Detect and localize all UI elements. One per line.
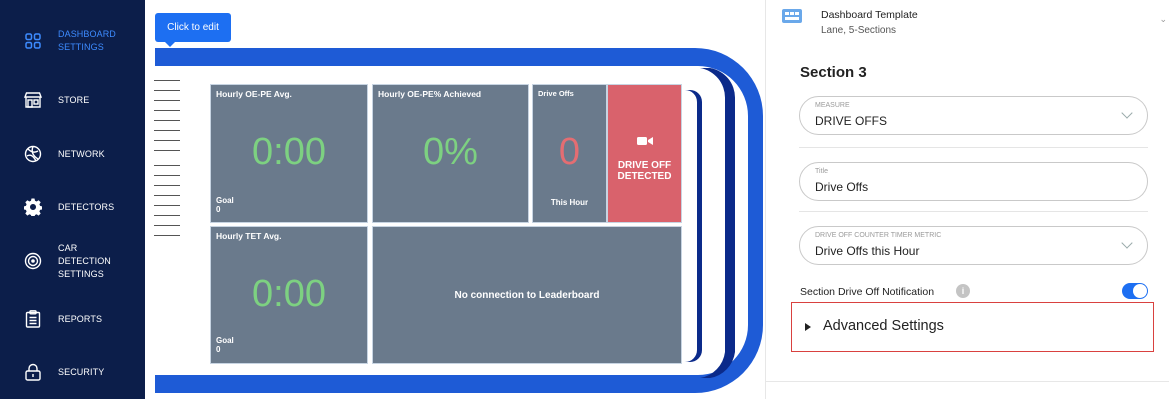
template-thumbnail-icon bbox=[782, 9, 802, 23]
tile-title: Hourly TET Avg. bbox=[216, 231, 282, 241]
chevron-down-icon bbox=[1121, 107, 1133, 119]
field-value: Drive Offs bbox=[815, 180, 869, 194]
tile-value: 0 bbox=[558, 131, 581, 173]
divider bbox=[799, 211, 1148, 212]
sidebar-item-label: REPORTS bbox=[58, 313, 103, 324]
template-title: Dashboard Template bbox=[821, 9, 918, 21]
field-value: DRIVE OFFS bbox=[815, 114, 888, 128]
clipboard-icon bbox=[24, 310, 42, 328]
field-caption: Title bbox=[815, 168, 828, 175]
info-icon[interactable]: i bbox=[956, 284, 970, 298]
lock-icon bbox=[24, 363, 42, 381]
notification-label: Section Drive Off Notification bbox=[800, 286, 935, 298]
sidebar-item-label: SECURITY bbox=[58, 366, 105, 377]
store-icon bbox=[24, 91, 42, 109]
chevron-down-icon bbox=[1121, 237, 1133, 249]
sidebar: DASHBOARD SETTINGS STORE NETWORK DETECTO… bbox=[0, 0, 145, 399]
advanced-settings-expander[interactable]: Advanced Settings bbox=[791, 302, 1154, 352]
sidebar-item-detectors[interactable]: DETECTORS bbox=[0, 187, 145, 227]
alert-line-2: DETECTED bbox=[617, 171, 672, 182]
advanced-settings-label: Advanced Settings bbox=[823, 318, 944, 334]
sidebar-item-car-detection-settings[interactable]: CAR DETECTION SETTINGS bbox=[0, 241, 145, 281]
sidebar-item-label: DASHBOARD SETTINGS bbox=[58, 29, 116, 52]
tile-goal-label: Goal bbox=[216, 196, 234, 205]
metric-select[interactable]: DRIVE OFF COUNTER TIMER METRIC Drive Off… bbox=[799, 226, 1148, 265]
sidebar-item-label: CAR DETECTION SETTINGS bbox=[58, 242, 111, 279]
toggle-knob bbox=[1133, 284, 1147, 298]
tile-value: 0:00 bbox=[252, 273, 326, 315]
alert-line-1: DRIVE OFF bbox=[617, 160, 672, 171]
measure-select[interactable]: MEASURE DRIVE OFFS bbox=[799, 96, 1148, 135]
click-to-edit-tooltip[interactable]: Click to edit bbox=[155, 13, 231, 47]
field-value: Drive Offs this Hour bbox=[815, 244, 920, 258]
divider bbox=[799, 147, 1148, 148]
template-selector[interactable]: Dashboard Template Lane, 5-Sections ⌄ bbox=[766, 0, 1169, 40]
tile-leaderboard[interactable]: No connection to Leaderboard bbox=[372, 226, 682, 364]
car-detection-icon bbox=[24, 252, 42, 270]
sidebar-item-label: STORE bbox=[58, 94, 90, 105]
template-subtitle: Lane, 5-Sections bbox=[821, 25, 897, 36]
tile-title: Hourly OE-PE% Achieved bbox=[378, 89, 482, 99]
tile-caption: This Hour bbox=[550, 198, 589, 207]
gear-icon bbox=[24, 198, 42, 216]
tile-title: Drive Offs bbox=[538, 89, 574, 98]
sidebar-item-label: NETWORK bbox=[58, 148, 105, 159]
chevron-down-icon[interactable]: ⌄ bbox=[1159, 14, 1167, 25]
sidebar-item-label: DETECTORS bbox=[58, 201, 115, 212]
sidebar-item-security[interactable]: SECURITY bbox=[0, 352, 145, 392]
tile-drive-offs[interactable]: Drive Offs 0 This Hour bbox=[532, 84, 607, 223]
tile-goal-value: 0 bbox=[216, 205, 221, 214]
leaderboard-message: No connection to Leaderboard bbox=[454, 289, 600, 301]
divider bbox=[766, 381, 1169, 382]
section-title: Section 3 bbox=[800, 64, 867, 81]
settings-panel: Dashboard Template Lane, 5-Sections ⌄ Se… bbox=[765, 0, 1169, 399]
notification-toggle[interactable] bbox=[1122, 283, 1148, 299]
sidebar-item-network[interactable]: NETWORK bbox=[0, 134, 145, 174]
sidebar-item-dashboard-settings[interactable]: DASHBOARD SETTINGS bbox=[0, 21, 145, 61]
field-caption: DRIVE OFF COUNTER TIMER METRIC bbox=[815, 232, 942, 239]
title-input[interactable]: Title Drive Offs bbox=[799, 162, 1148, 201]
tile-hourly-tet-avg[interactable]: Hourly TET Avg. 0:00 Goal 0 bbox=[210, 226, 368, 364]
field-caption: MEASURE bbox=[815, 102, 850, 109]
lane-marker-lines bbox=[154, 80, 180, 240]
tile-goal-value: 0 bbox=[216, 345, 221, 354]
tile-goal-label: Goal bbox=[216, 336, 234, 345]
tile-drive-off-alert[interactable]: DRIVE OFF DETECTED bbox=[607, 84, 682, 223]
tile-title: Hourly OE-PE Avg. bbox=[216, 89, 292, 99]
caret-right-icon bbox=[805, 323, 811, 331]
tile-hourly-oepe-pct[interactable]: Hourly OE-PE% Achieved 0% bbox=[372, 84, 529, 223]
tile-value: 0% bbox=[423, 131, 478, 173]
network-icon bbox=[24, 145, 42, 163]
sidebar-item-reports[interactable]: REPORTS bbox=[0, 299, 145, 339]
grid-icon bbox=[24, 32, 42, 50]
video-camera-icon bbox=[637, 133, 653, 151]
tile-hourly-oepe-avg[interactable]: Hourly OE-PE Avg. 0:00 Goal 0 bbox=[210, 84, 368, 223]
tile-value: 0:00 bbox=[252, 131, 326, 173]
sidebar-item-store[interactable]: STORE bbox=[0, 80, 145, 120]
